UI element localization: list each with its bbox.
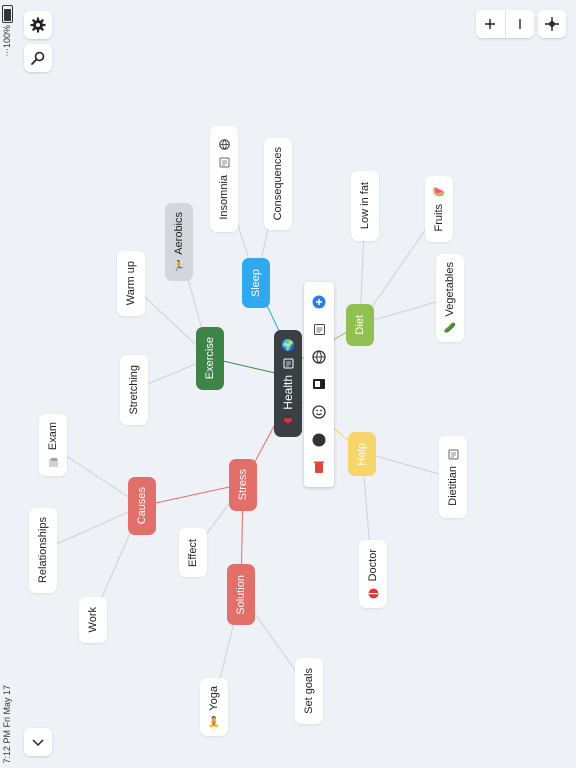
cucumber-icon: 🥒	[443, 322, 457, 334]
node-set-goals[interactable]: Set goals	[295, 658, 323, 724]
emoji-button[interactable]	[311, 404, 327, 420]
paper-icon	[47, 456, 59, 468]
node-insomnia[interactable]: Insomnia	[210, 126, 238, 232]
node-aerobics[interactable]: Aerobics 🏃	[165, 203, 193, 281]
node-relationships[interactable]: Relationships	[29, 508, 57, 593]
globe-icon	[218, 139, 230, 151]
node-diet[interactable]: Diet	[346, 304, 374, 346]
note-icon	[282, 357, 294, 369]
node-dietitian[interactable]: Dietitian	[439, 436, 467, 518]
node-exercise[interactable]: Exercise	[196, 327, 224, 390]
image-button[interactable]	[311, 376, 327, 392]
globe-icon: 🌍	[281, 339, 295, 352]
node-low-in-fat[interactable]: Low in fat	[351, 171, 379, 241]
node-causes[interactable]: Causes	[128, 477, 156, 535]
node-sleep[interactable]: Sleep	[242, 258, 270, 308]
trash-icon	[314, 461, 324, 474]
yoga-icon: 🧘	[207, 716, 221, 728]
pill-icon	[367, 587, 379, 599]
delete-button[interactable]	[311, 459, 327, 475]
node-consequences[interactable]: Consequences	[264, 138, 292, 230]
link-button[interactable]	[311, 349, 327, 365]
node-warm-up[interactable]: Warm up	[117, 251, 145, 316]
watermelon-icon: 🍉	[432, 186, 446, 198]
node-stretching[interactable]: Stretching	[120, 355, 148, 425]
color-dot-icon	[312, 433, 326, 447]
node-yoga[interactable]: Yoga 🧘	[200, 678, 228, 736]
add-child-button[interactable]	[311, 294, 327, 310]
node-solution[interactable]: Solution	[227, 564, 255, 625]
node-stress[interactable]: Stress	[229, 459, 257, 511]
smiley-icon	[312, 405, 326, 419]
node-exam[interactable]: Exam	[39, 414, 67, 476]
node-action-toolbar	[304, 282, 334, 487]
heart-icon: ❤	[283, 416, 293, 429]
note-icon	[313, 323, 325, 335]
node-vegetables[interactable]: Vegetables 🥒	[436, 254, 464, 342]
node-effect[interactable]: Effect	[179, 528, 207, 577]
node-work[interactable]: Work	[79, 597, 107, 643]
runner-icon: 🏃	[172, 260, 186, 272]
color-button[interactable]	[311, 432, 327, 448]
node-doctor[interactable]: Doctor	[359, 540, 387, 608]
note-icon	[447, 448, 459, 460]
add-icon	[312, 295, 326, 309]
node-help[interactable]: Help	[348, 432, 376, 476]
note-icon	[218, 157, 230, 169]
note-button[interactable]	[311, 321, 327, 337]
globe-icon	[312, 350, 326, 364]
node-health[interactable]: 🌍 Health ❤	[274, 330, 302, 437]
node-fruits[interactable]: 🍉 Fruits	[425, 176, 453, 242]
image-icon	[313, 379, 325, 390]
